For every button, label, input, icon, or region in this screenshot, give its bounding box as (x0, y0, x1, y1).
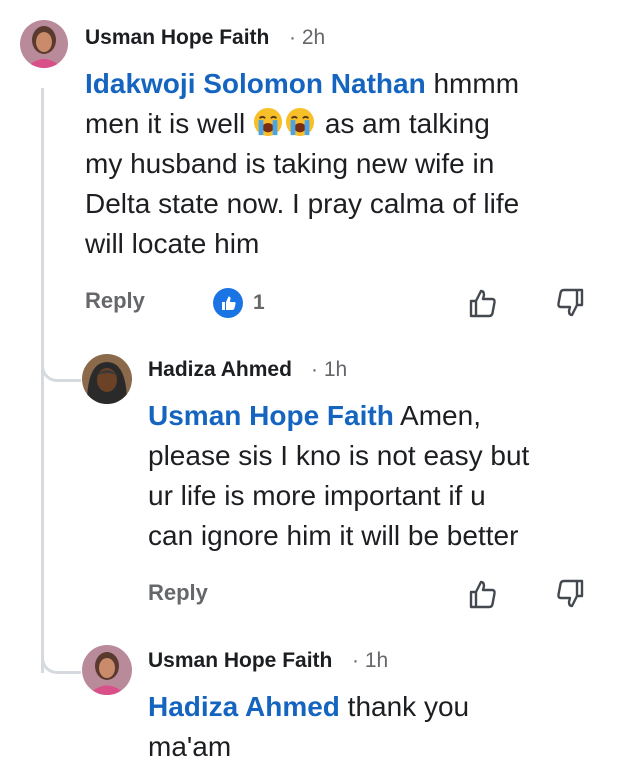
thread-branch-2 (41, 638, 81, 674)
avatar-usman-hope-faith[interactable] (20, 20, 68, 68)
mention-link[interactable]: Idakwoji Solomon Nathan (85, 68, 426, 99)
comment-time[interactable]: · 1h (352, 649, 388, 673)
comment-time[interactable]: · 2h (289, 26, 325, 50)
comment-body: Hadiza Ahmed thank you ma'am (148, 691, 470, 762)
avatar-usman-hope-faith[interactable] (82, 645, 132, 695)
reply-button[interactable]: Reply (148, 580, 208, 606)
thumbs-up-icon[interactable] (466, 577, 500, 611)
thumbs-up-icon[interactable] (466, 286, 500, 320)
like-reaction-icon[interactable] (213, 288, 243, 318)
thread-line-main (41, 88, 44, 673)
comment-body: Usman Hope Faith Amen, please sis I kno … (148, 400, 530, 551)
comment-author[interactable]: Hadiza Ahmed (148, 358, 292, 382)
avatar-hadiza-ahmed[interactable] (82, 354, 132, 404)
mention-link[interactable]: Usman Hope Faith (148, 400, 394, 431)
loudly-crying-face-icon (253, 107, 283, 137)
loudly-crying-face-icon (285, 107, 315, 137)
comment-author[interactable]: Usman Hope Faith (148, 649, 332, 673)
like-count[interactable]: 1 (253, 291, 265, 315)
thread-branch-1 (41, 346, 81, 382)
comment-body: Idakwoji Solomon Nathan hmmm men it is w… (85, 68, 520, 259)
thumbs-down-icon[interactable] (553, 577, 587, 611)
thumbs-down-icon[interactable] (553, 286, 587, 320)
comment-time[interactable]: · 1h (311, 358, 347, 382)
mention-link[interactable]: Hadiza Ahmed (148, 691, 340, 722)
reply-button[interactable]: Reply (85, 288, 145, 314)
comment-author[interactable]: Usman Hope Faith (85, 26, 269, 50)
